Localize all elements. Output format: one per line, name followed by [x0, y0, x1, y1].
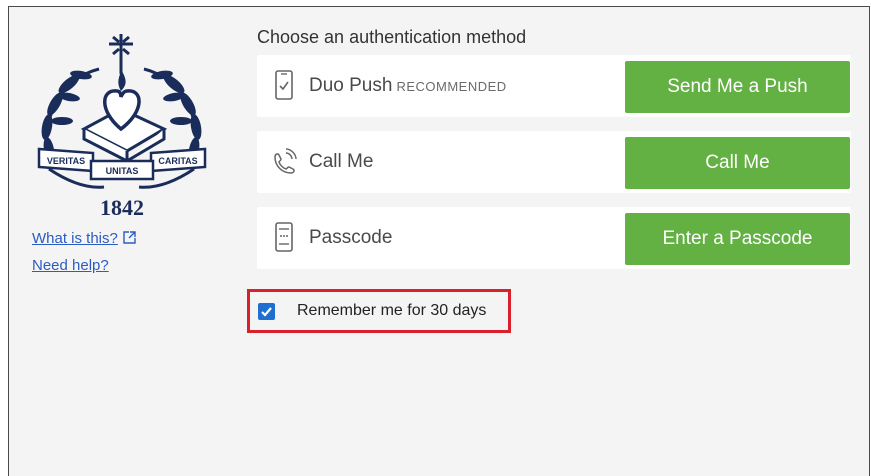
seal-year-text: 1842 — [100, 195, 144, 220]
enter-passcode-button[interactable]: Enter a Passcode — [625, 213, 850, 265]
remember-me-checkbox[interactable] — [258, 303, 275, 320]
method-row-duo-push: Duo Push RECOMMENDED Send Me a Push — [257, 55, 851, 117]
send-push-button[interactable]: Send Me a Push — [625, 61, 850, 113]
what-is-this-link[interactable]: What is this? — [32, 226, 136, 253]
method-label-duo-push: Duo Push RECOMMENDED — [309, 75, 507, 97]
auth-method-heading: Choose an authentication method — [257, 27, 527, 47]
recommended-tag: RECOMMENDED — [396, 79, 507, 94]
remember-me-label[interactable]: Remember me for 30 days — [297, 302, 486, 320]
banner-center-text: UNITAS — [106, 166, 139, 176]
side-links: What is this? Need help? — [32, 226, 136, 279]
checkmark-icon — [261, 307, 272, 317]
duo-auth-frame: VERITAS UNITAS CARITAS 1842 What is this… — [8, 6, 870, 476]
passcode-device-icon — [273, 221, 295, 253]
banner-right-text: CARITAS — [158, 156, 197, 166]
method-label-passcode: Passcode — [309, 227, 393, 248]
phone-call-icon — [271, 145, 297, 177]
what-is-this-label: What is this? — [32, 230, 118, 247]
method-row-call-me: Call Me Call Me — [257, 131, 851, 193]
external-link-icon — [123, 227, 136, 253]
call-me-button[interactable]: Call Me — [625, 137, 850, 189]
banner-left-text: VERITAS — [47, 156, 85, 166]
method-row-passcode: Passcode Enter a Passcode — [257, 207, 851, 269]
remember-me-highlight: Remember me for 30 days — [247, 289, 511, 333]
phone-push-icon — [273, 69, 295, 101]
method-label-call-me: Call Me — [309, 151, 374, 172]
need-help-link[interactable]: Need help? — [32, 253, 136, 279]
method-name: Duo Push — [309, 75, 393, 96]
university-seal-logo: VERITAS UNITAS CARITAS 1842 — [29, 29, 214, 224]
